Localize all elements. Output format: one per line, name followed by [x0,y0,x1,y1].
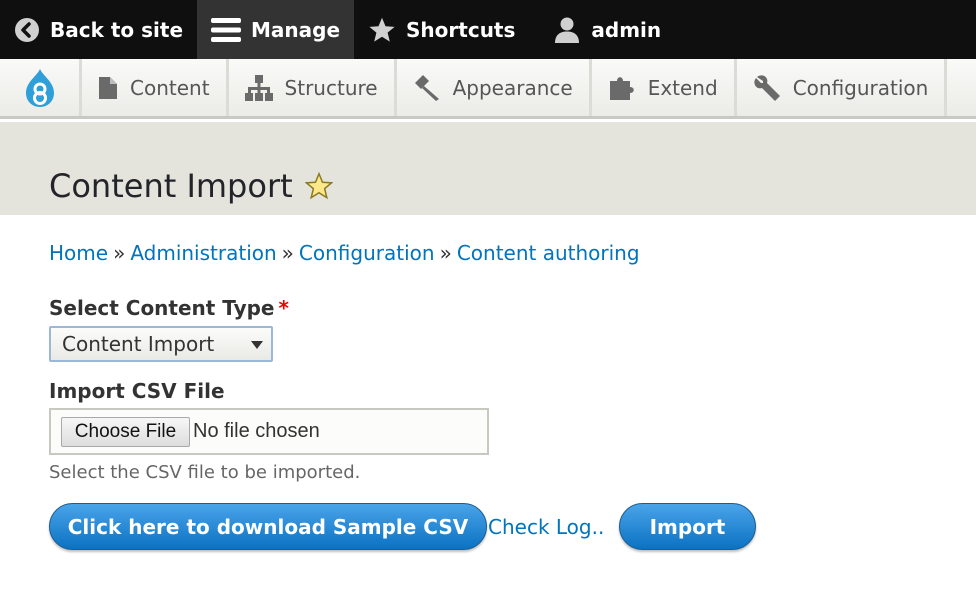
breadcrumb-content-authoring[interactable]: Content authoring [457,241,640,265]
import-button[interactable]: Import [619,503,756,550]
shortcuts-tab[interactable]: Shortcuts [354,0,529,59]
content-type-select-value: Content Import [62,332,215,356]
structure-icon [244,74,273,101]
content-type-label: Select Content Type * [49,296,289,320]
tray-item-extend[interactable]: Extend [592,59,737,116]
tray-item-content[interactable]: Content [82,59,229,116]
breadcrumb-separator: » [439,241,452,265]
download-sample-csv-button[interactable]: Click here to download Sample CSV [49,503,487,550]
shortcuts-label: Shortcuts [406,17,516,42]
content-type-label-text: Select Content Type [49,296,275,320]
dropdown-arrow-icon [251,341,263,349]
breadcrumb-administration[interactable]: Administration [130,241,276,265]
check-log-link[interactable]: Check Log.. [488,515,604,539]
back-to-site-link[interactable]: Back to site [0,0,197,59]
drupal-drop-icon [25,68,54,107]
user-tab[interactable]: admin [529,0,675,59]
tray-item-label: Extend [647,75,718,100]
star-icon [368,16,396,44]
file-help-text: Select the CSV file to be imported. [49,462,361,483]
user-icon [553,16,581,44]
tray-item-appearance[interactable]: Appearance [397,59,592,116]
file-status: No file chosen [193,420,320,442]
hammer-icon [413,74,441,101]
manage-tab[interactable]: Manage [197,0,355,59]
manage-label: Manage [251,17,341,42]
choose-file-button[interactable]: Choose File [61,417,190,447]
wrench-icon [753,74,781,102]
user-label: admin [591,17,662,42]
admin-tray: Content Structure Appearance Extend Conf… [0,59,976,119]
file-icon [98,76,118,100]
shortcut-star-icon[interactable] [304,172,333,200]
tray-item-label: Appearance [452,75,573,100]
menu-icon [211,16,242,44]
required-marker: * [278,296,289,320]
tray-item-label: Content [130,75,210,100]
puzzle-icon [608,74,636,102]
breadcrumb: Home» Administration» Configuration» Conten… [49,241,640,265]
file-input[interactable]: Choose File No file chosen [49,408,489,455]
page-title-text: Content Import [49,167,293,205]
page-title: Content Import [49,167,333,205]
back-to-site-label: Back to site [50,17,184,42]
content-type-select[interactable]: Content Import [49,326,273,362]
tray-item-structure[interactable]: Structure [229,59,397,116]
tray-item-label: Configuration [792,75,929,100]
back-arrow-icon [14,17,40,43]
breadcrumb-home[interactable]: Home [49,241,108,265]
drupal-logo[interactable] [0,59,82,116]
admin-toolbar: Back to site Manage Shortcuts admin [0,0,976,59]
file-label: Import CSV File [49,379,225,403]
breadcrumb-configuration[interactable]: Configuration [299,241,435,265]
breadcrumb-separator: » [113,241,126,265]
page-header: Content Import [0,122,976,215]
breadcrumb-separator: » [281,241,294,265]
tray-item-configuration[interactable]: Configuration [737,59,948,116]
tray-item-label: Structure [284,75,378,100]
